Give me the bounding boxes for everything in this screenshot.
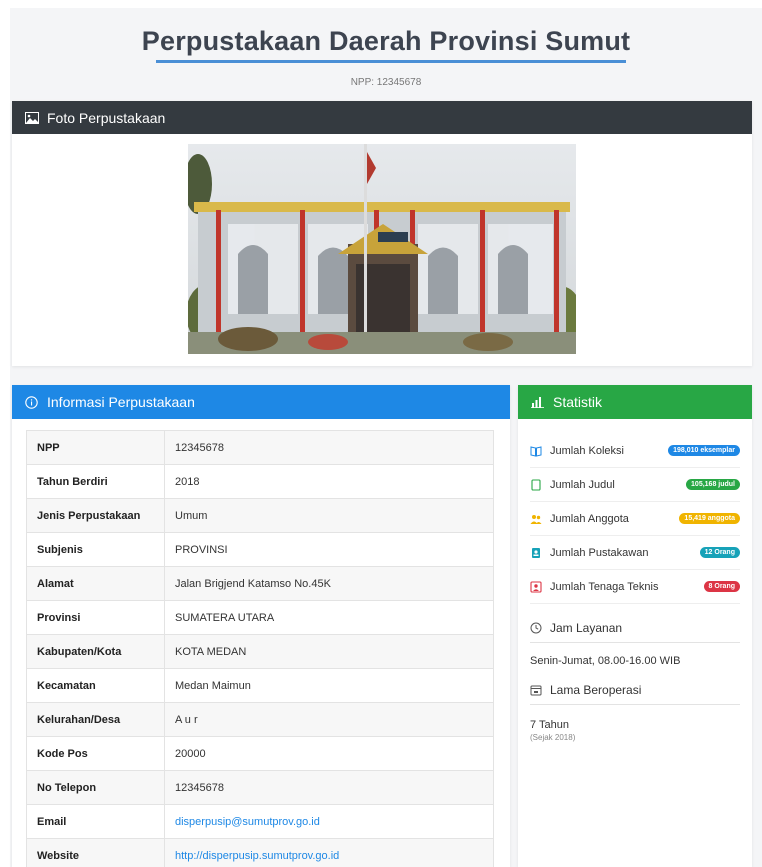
- page-header: Perpustakaan Daerah Provinsi Sumut NPP: …: [10, 8, 762, 100]
- book-icon: [530, 445, 542, 457]
- info-row: Kelurahan/Desa A u r: [26, 702, 494, 737]
- id-badge-icon: [530, 547, 542, 559]
- page: Perpustakaan Daerah Provinsi Sumut NPP: …: [10, 8, 762, 867]
- bar-chart-icon: [530, 395, 545, 410]
- jam-layanan-value: Senin-Jumat, 08.00-16.00 WIB: [530, 655, 681, 667]
- info-row-label: Jenis Perpustakaan: [26, 498, 165, 533]
- lama-beroperasi-heading: Lama Beroperasi: [530, 683, 740, 697]
- info-row-value: SUMATERA UTARA: [164, 600, 494, 635]
- info-table: NPP 12345678 Tahun Berdiri 2018 Jenis Perpus…: [26, 430, 494, 867]
- foto-card: Foto Perpustakaan: [12, 101, 752, 366]
- info-row: Email disperpusip@sumutprov.go.id: [26, 804, 494, 839]
- info-row-label: Alamat: [26, 566, 165, 601]
- anggota-badge: 15,419 anggota: [679, 513, 740, 524]
- file-icon: [530, 478, 542, 491]
- info-row: NPP 12345678: [26, 430, 494, 465]
- lama-beroperasi-since: (Sejak 2018): [530, 733, 576, 742]
- info-card: Informasi Perpustakaan NPP 12345678 Tahun …: [12, 385, 510, 867]
- info-row-value: Medan Maimun: [164, 668, 494, 703]
- info-card-title: Informasi Perpustakaan: [47, 394, 195, 410]
- info-row-value[interactable]: http://disperpusip.sumutprov.go.id: [164, 838, 494, 867]
- info-row: Kode Pos 20000: [26, 736, 494, 771]
- info-row: Alamat Jalan Brigjend Katamso No.45K: [26, 566, 494, 601]
- foto-card-title: Foto Perpustakaan: [47, 109, 166, 126]
- stat-label: Jumlah Pustakawan: [550, 546, 649, 559]
- info-row-label: Kelurahan/Desa: [26, 702, 165, 737]
- stat-row-judul: Jumlah Judul 105,168 judul: [530, 468, 740, 502]
- divider: [530, 704, 740, 705]
- stat-label: Jumlah Anggota: [550, 512, 629, 525]
- info-row-label: Provinsi: [26, 600, 165, 635]
- info-row-value: A u r: [164, 702, 494, 737]
- lama-beroperasi-value: 7 Tahun: [530, 719, 569, 731]
- statistik-card-header: Statistik: [518, 385, 752, 419]
- stat-row-tenaga-teknis: Jumlah Tenaga Teknis 8 Orang: [530, 570, 740, 604]
- statistik-card-title: Statistik: [553, 394, 603, 410]
- pustakawan-badge: 12 Orang: [699, 547, 740, 558]
- info-row: Jenis Perpustakaan Umum: [26, 498, 494, 533]
- statistik-card: Statistik Jumlah Koleksi 198,010 eksempl…: [518, 385, 752, 867]
- info-row-label: Subjenis: [26, 532, 165, 567]
- stat-label: Jumlah Tenaga Teknis: [550, 580, 659, 593]
- info-row-label: Kecamatan: [26, 668, 165, 703]
- info-row-value[interactable]: disperpusip@sumutprov.go.id: [164, 804, 494, 839]
- info-row-value: 20000: [164, 736, 494, 771]
- library-photo: [188, 144, 576, 354]
- info-row: Tahun Berdiri 2018: [26, 464, 494, 499]
- info-row-label: Tahun Berdiri: [26, 464, 165, 499]
- npp-subtitle: NPP: 12345678: [350, 77, 422, 88]
- stat-label: Jumlah Koleksi: [550, 444, 624, 457]
- info-row-value: Jalan Brigjend Katamso No.45K: [164, 566, 494, 601]
- info-row-value: Umum: [164, 498, 494, 533]
- tenaga-teknis-badge: 8 Orang: [703, 581, 740, 592]
- judul-badge: 105,168 judul: [686, 479, 740, 490]
- divider: [530, 642, 740, 643]
- info-row: Website http://disperpusip.sumutprov.go.i…: [26, 838, 494, 867]
- info-row-label: Kode Pos: [26, 736, 165, 771]
- stat-label: Jumlah Judul: [550, 478, 615, 491]
- info-row: Provinsi SUMATERA UTARA: [26, 600, 494, 635]
- jam-layanan-title: Jam Layanan: [550, 621, 623, 635]
- info-card-header: Informasi Perpustakaan: [12, 385, 510, 419]
- info-row-label: Website: [26, 838, 165, 867]
- info-row: Kecamatan Medan Maimun: [26, 668, 494, 703]
- user-tie-icon: [530, 580, 542, 593]
- stat-row-koleksi: Jumlah Koleksi 198,010 eksemplar: [530, 434, 740, 468]
- info-row-label: No Telepon: [26, 770, 165, 805]
- info-circle-icon: [24, 395, 39, 410]
- koleksi-badge: 198,010 eksemplar: [668, 445, 740, 456]
- stat-row-pustakawan: Jumlah Pustakawan 12 Orang: [530, 536, 740, 570]
- page-title: Perpustakaan Daerah Provinsi Sumut: [141, 26, 631, 56]
- info-row-value: PROVINSI: [164, 532, 494, 567]
- users-icon: [530, 513, 542, 525]
- info-row-label: NPP: [26, 430, 165, 465]
- jam-layanan-heading: Jam Layanan: [530, 621, 740, 635]
- info-row: Kabupaten/Kota KOTA MEDAN: [26, 634, 494, 669]
- info-row-value: 12345678: [164, 770, 494, 805]
- info-row-value: 12345678: [164, 430, 494, 465]
- calendar-icon: [530, 684, 542, 696]
- info-row: No Telepon 12345678: [26, 770, 494, 805]
- info-row-value: 2018: [164, 464, 494, 499]
- info-row-label: Email: [26, 804, 165, 839]
- info-row-value: KOTA MEDAN: [164, 634, 494, 669]
- foto-card-header: Foto Perpustakaan: [12, 101, 752, 134]
- clock-icon: [530, 622, 542, 634]
- title-underline: [156, 60, 626, 63]
- info-row: Subjenis PROVINSI: [26, 532, 494, 567]
- stat-row-anggota: Jumlah Anggota 15,419 anggota: [530, 502, 740, 536]
- info-row-label: Kabupaten/Kota: [26, 634, 165, 669]
- image-icon: [24, 110, 39, 125]
- lama-beroperasi-title: Lama Beroperasi: [550, 683, 642, 697]
